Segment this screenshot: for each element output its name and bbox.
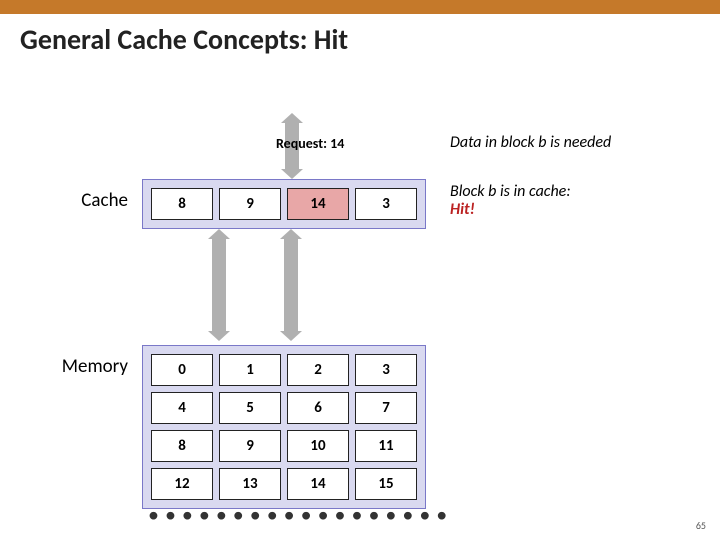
transfer-arrow-1 — [208, 229, 230, 341]
hit-word: Hit! — [450, 200, 475, 219]
memory-label: Memory — [28, 355, 128, 378]
memory-cell: 10 — [287, 430, 349, 462]
cache-cell: 3 — [355, 188, 417, 220]
memory-cell: 2 — [287, 354, 349, 386]
memory-cell: 6 — [287, 392, 349, 424]
slide-number: 65 — [696, 519, 706, 532]
transfer-arrow-2 — [280, 229, 302, 341]
cache-cell: 14 — [287, 188, 349, 220]
memory-cell: 9 — [219, 430, 281, 462]
cache-label: Cache — [28, 189, 128, 212]
memory-cell: 7 — [355, 392, 417, 424]
cache-cell: 8 — [151, 188, 213, 220]
memory-cell: 12 — [151, 468, 213, 500]
memory-cell: 8 — [151, 430, 213, 462]
cache-cell: 9 — [219, 188, 281, 220]
slide-title: General Cache Concepts: Hit — [0, 14, 720, 57]
needed-annotation: Data in block b is needed — [450, 133, 611, 152]
memory-cell: 15 — [355, 468, 417, 500]
top-accent-bar — [0, 0, 720, 14]
memory-cell: 11 — [355, 430, 417, 462]
memory-cell: 1 — [219, 354, 281, 386]
memory-cell: 0 — [151, 354, 213, 386]
hit-line1: Block b is in cache: — [450, 182, 571, 201]
memory-cell: 4 — [151, 392, 213, 424]
memory-cell: 14 — [287, 468, 349, 500]
ellipsis-dots: •••••••••••••••••• — [148, 501, 453, 528]
cache-grid: 89143 — [142, 179, 426, 229]
memory-cell: 13 — [219, 468, 281, 500]
memory-cell: 5 — [219, 392, 281, 424]
memory-cell: 3 — [355, 354, 417, 386]
request-label: Request: 14 — [276, 135, 344, 152]
memory-grid: 0123456789101112131415 — [142, 345, 426, 509]
hit-annotation: Block b is in cache: Hit! — [450, 183, 571, 220]
